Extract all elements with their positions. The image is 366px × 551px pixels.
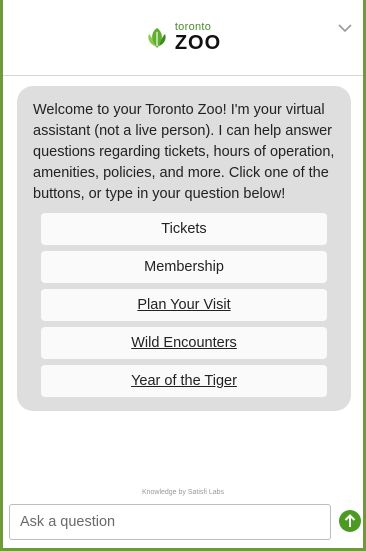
chat-header: toronto ZOO <box>3 0 363 76</box>
quick-reply-membership[interactable]: Membership <box>41 251 327 283</box>
chat-widget: toronto ZOO Welcome to your Toronto Zoo!… <box>0 0 366 551</box>
quick-reply-wild-encounters[interactable]: Wild Encounters <box>41 327 327 359</box>
message-list: Welcome to your Toronto Zoo! I'm your vi… <box>3 76 363 496</box>
message-composer <box>3 500 363 548</box>
zoo-leaf-logo-icon <box>148 27 166 48</box>
bot-message-bubble: Welcome to your Toronto Zoo! I'm your vi… <box>17 86 351 411</box>
powered-by-text: Knowledge by Satisfi Labs <box>141 489 225 496</box>
quick-reply-year-of-the-tiger[interactable]: Year of the Tiger <box>41 365 327 397</box>
quick-reply-plan-your-visit[interactable]: Plan Your Visit <box>41 289 327 321</box>
logo-wordmark-bottom: ZOO <box>174 32 222 54</box>
question-input[interactable] <box>9 504 331 540</box>
chevron-down-icon[interactable] <box>337 22 353 34</box>
toronto-zoo-logo: toronto ZOO <box>145 22 221 53</box>
bot-message-text: Welcome to your Toronto Zoo! I'm your vi… <box>33 102 335 202</box>
send-button[interactable] <box>339 510 361 532</box>
arrow-up-icon <box>344 514 356 527</box>
quick-reply-tickets[interactable]: Tickets <box>41 213 327 245</box>
